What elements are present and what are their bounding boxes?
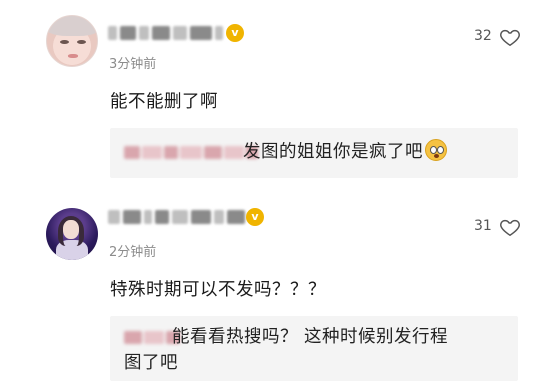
comment-time: 3分钟前: [109, 57, 157, 72]
comment-time: 2分钟前: [109, 245, 157, 260]
surprised-face-emoji: [425, 139, 447, 161]
reply-box[interactable]: 能看看热搜吗？ 这种时候别发行程 图了吧: [110, 316, 518, 381]
heart-outline-icon[interactable]: [499, 26, 521, 48]
reply-text: 发图的姐姐你是疯了吧: [243, 139, 447, 165]
heart-outline-icon[interactable]: [499, 216, 521, 238]
comment-text: 特殊时期可以不发吗？？？: [110, 280, 326, 300]
reply-box[interactable]: 发图的姐姐你是疯了吧: [110, 128, 518, 178]
reply-text-line-2: 图了吧: [124, 353, 178, 373]
verified-badge-icon: v: [246, 208, 264, 226]
comment-item: v 2分钟前 31 特殊时期可以不发吗？？？ 能看看热搜吗？ 这种时候别发行程 …: [0, 196, 554, 381]
username-blurred[interactable]: [108, 208, 245, 226]
like-count: 32: [474, 28, 492, 44]
avatar[interactable]: [46, 15, 98, 67]
reply-username-blurred[interactable]: [124, 144, 258, 160]
reply-text-line-1: 能看看热搜吗？ 这种时候别发行程: [172, 327, 449, 347]
avatar[interactable]: [46, 208, 98, 260]
username-blurred[interactable]: [108, 24, 223, 42]
like-count: 31: [474, 218, 492, 234]
comment-item: v 3分钟前 32 能不能删了啊 发图的姐姐你是疯了吧: [0, 0, 554, 196]
verified-badge-icon: v: [226, 24, 244, 42]
comment-text: 能不能删了啊: [110, 92, 218, 112]
